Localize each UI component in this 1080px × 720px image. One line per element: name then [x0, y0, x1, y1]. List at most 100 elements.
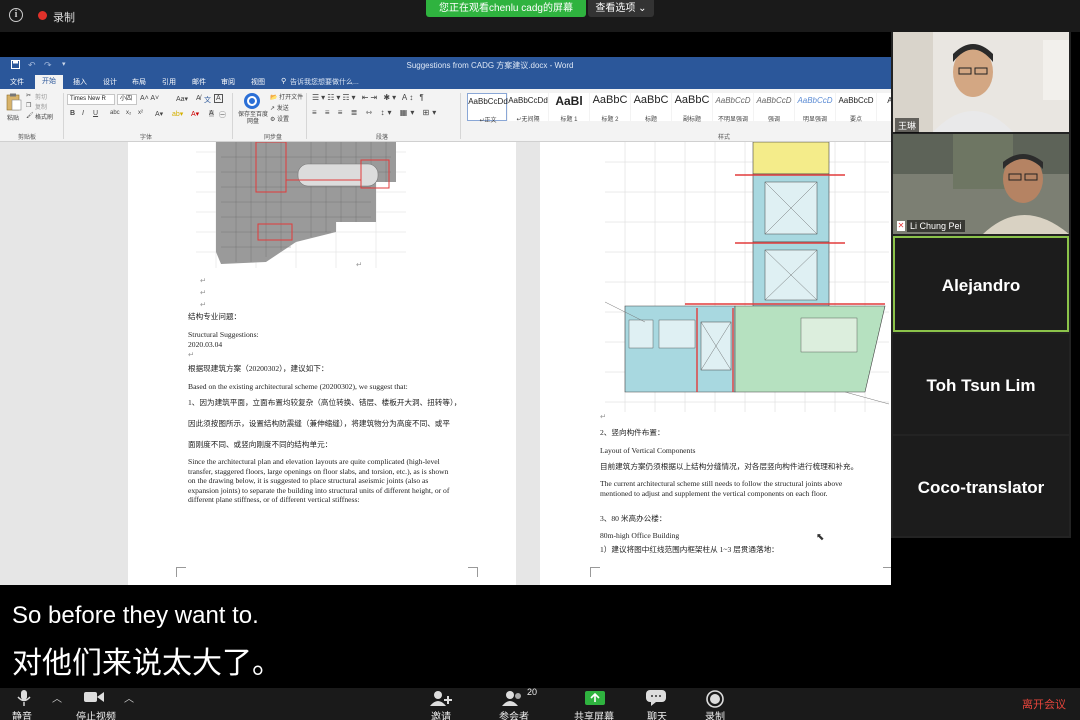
enclose-char-icon[interactable]: ㊀ [219, 110, 226, 120]
style-option[interactable]: AaBbCcDd ↵无间隔 [508, 93, 548, 123]
list-buttons-icon[interactable]: ☰▾☷▾☶▾ ⇤⇥ ✱▾ A↕ ¶ [312, 93, 426, 102]
style-option[interactable]: AaBbC 标题 [631, 93, 671, 123]
style-option[interactable]: AaBbC 标题 2 [590, 93, 630, 123]
scissors-icon[interactable]: ✂ [26, 92, 31, 99]
tab-view[interactable]: 视图 [251, 77, 265, 87]
point1-cn-line1[interactable]: 1、因为建筑平面，立面布置均较复杂（高位转换、错层、楼板开大洞、扭转等）， [188, 398, 473, 408]
character-border-icon[interactable]: A [214, 94, 223, 103]
item2-heading-cn[interactable]: 2、竖向构件布置： [600, 428, 665, 438]
style-option[interactable]: AaBbCcD 强调 [754, 93, 794, 123]
strikethrough-icon[interactable]: abc [110, 110, 120, 116]
intro-en[interactable]: Based on the existing architectural sche… [188, 382, 408, 392]
video-tile-5[interactable]: Coco-translator [893, 436, 1069, 536]
open-file-button[interactable]: 📂 打开文件 [270, 92, 303, 101]
participants-button[interactable]: 参会者 [499, 708, 529, 720]
italic-icon[interactable]: I [82, 110, 84, 117]
clear-format-icon[interactable]: A̸ [196, 95, 201, 102]
styles-gallery: AaBbCcDd ↵正文 AaBbCcDd ↵无间隔 AaBl 标题 1 AaBbC 标题 2… [465, 89, 891, 131]
tab-review[interactable]: 审阅 [221, 77, 235, 87]
align-buttons-icon[interactable]: ≡ ≡ ≡ ≣ ⇿ ↕▾ ▦▾ ⊞▾ [312, 108, 439, 117]
bold-icon[interactable]: B [70, 110, 75, 117]
format-painter-button[interactable]: 格式刷 [35, 112, 53, 121]
intro-cn[interactable]: 根据现建筑方案（20200302），建议如下： [188, 364, 328, 374]
item3-heading-en[interactable]: 80m-high Office Building [600, 531, 679, 541]
underline-icon[interactable]: U [93, 110, 98, 117]
copy-icon[interactable]: ❐ [26, 102, 31, 109]
item2-desc-en[interactable]: The current architectural scheme still n… [600, 479, 884, 498]
font-color-icon[interactable]: A▾ [191, 110, 199, 118]
video-tile-4[interactable]: Toh Tsun Lim [893, 334, 1069, 434]
invite-button[interactable]: 邀请 [431, 708, 451, 720]
stop-video-button[interactable]: 停止视频 [76, 708, 116, 720]
chat-button[interactable]: 聊天 [647, 708, 667, 720]
lightbulb-icon: ⚲ [281, 78, 287, 85]
record-button[interactable]: 录制 [705, 708, 725, 720]
style-option[interactable]: AaBb 引 [877, 93, 891, 121]
point1-en-paragraph[interactable]: Since the architectural plan and elevati… [188, 457, 472, 505]
point1-cn-line2[interactable]: 因此须按图所示，设置结构防震缝（兼伸缩缝），将建筑物分为高度不同、或平 [188, 419, 473, 429]
video-tile-2[interactable]: ✕ Li Chung Pei [893, 134, 1069, 234]
tab-design[interactable]: 设计 [103, 77, 117, 87]
redo-icon[interactable]: ↷ [44, 60, 52, 71]
style-option[interactable]: AaBbCcD 明显强调 [795, 93, 835, 123]
subtitle-chinese: 对他们来说太大了。 [12, 647, 282, 680]
style-sample-text: AaBbCcD [756, 96, 792, 105]
video-tile-1[interactable]: 王琳 [893, 32, 1069, 133]
item2-desc-cn[interactable]: 目前建筑方案仍须根据以上结构分缝情况，对各层竖向构件进行梳理和补充。 [600, 462, 858, 472]
customize-quick-access-icon[interactable]: ▾ [62, 60, 66, 68]
structural-heading-en[interactable]: Structural Suggestions: [188, 330, 259, 340]
video-tile-3-active-speaker[interactable]: Alejandro [893, 236, 1069, 332]
item2-heading-en[interactable]: Layout of Vertical Components [600, 446, 695, 456]
style-option[interactable]: AaBbCcD 不明显强调 [713, 93, 753, 123]
point1-cn-line3[interactable]: 面刚度不同、或竖向刚度不同的结构单元： [188, 440, 332, 450]
font-size-select[interactable]: 小四 [117, 94, 137, 105]
participant-count: 20 [527, 687, 538, 697]
style-option[interactable]: AaBbC 副标题 [672, 93, 712, 123]
save-icon[interactable] [11, 60, 20, 71]
char-shading-icon[interactable]: A [209, 110, 214, 117]
view-options-button[interactable]: 查看选项 ⌄ [588, 0, 654, 17]
save-to-baidu-button[interactable]: 保存至百度网盘 [238, 112, 268, 126]
mute-button[interactable]: 静音 [12, 708, 32, 720]
cut-button[interactable]: 剪切 [35, 92, 47, 101]
send-button[interactable]: ↗ 发送 [270, 103, 289, 112]
paste-button[interactable]: 粘贴 [7, 113, 19, 122]
send-label: 发送 [276, 106, 289, 112]
document-date[interactable]: 2020.03.04 [188, 340, 222, 350]
change-case-icon[interactable]: Aa▾ [176, 95, 188, 103]
info-icon[interactable]: i [9, 8, 23, 22]
tab-file[interactable]: 文件 [10, 77, 24, 87]
tell-me-search[interactable]: 告诉我您想要做什么... [290, 77, 359, 87]
item3-desc-cn[interactable]: 1）建议将图中红线范围内框架柱从 1~3 层贯通落地： [600, 545, 779, 555]
format-painter-icon[interactable]: 🖌 [26, 112, 34, 119]
video-camera-icon[interactable] [84, 690, 104, 709]
highlight-icon[interactable]: ab▾ [172, 110, 183, 118]
sync-settings-button[interactable]: ⚙ 设置 [270, 114, 289, 123]
style-name-label: 标题 2 [601, 117, 619, 123]
superscript-icon[interactable]: x² [138, 110, 143, 116]
style-option[interactable]: AaBbCcDd ↵正文 [467, 93, 508, 124]
text-effects-icon[interactable]: A▾ [155, 110, 163, 118]
tab-home[interactable]: 开始 [35, 75, 63, 89]
font-name-select[interactable]: Times New R [67, 94, 115, 105]
tab-mailings[interactable]: 邮件 [192, 77, 206, 87]
video-options-chevron-icon[interactable]: ︿ [124, 690, 134, 705]
item3-heading-cn[interactable]: 3、80 米高办公楼： [600, 514, 666, 524]
zoom-top-bar: i 录制 您正在观看chenlu cadg的屏幕 查看选项 ⌄ [0, 0, 1080, 32]
undo-icon[interactable]: ↶ [28, 60, 36, 71]
tab-layout[interactable]: 布局 [132, 77, 146, 87]
structural-heading-cn[interactable]: 结构专业问题： [188, 312, 241, 322]
phonetic-guide-icon[interactable]: 文 [204, 95, 211, 105]
style-option[interactable]: AaBbCcD 要点 [836, 93, 876, 123]
tab-references[interactable]: 引用 [162, 77, 176, 87]
leave-meeting-button[interactable]: 离开会议 [1022, 696, 1066, 712]
audio-options-chevron-icon[interactable]: ︿ [52, 690, 62, 705]
ribbon-separator [63, 93, 64, 139]
copy-button[interactable]: 复制 [35, 102, 47, 111]
meeting-toolbar: 静音 ︿ 停止视频 ︿ 邀请 20 参会者 共享屏幕 聊天 录制 离开会议 [0, 687, 1080, 720]
grow-font-icon[interactable]: A˄ A˅ [140, 95, 159, 102]
subscript-icon[interactable]: x₂ [126, 110, 131, 116]
tab-insert[interactable]: 插入 [73, 77, 87, 87]
share-screen-button[interactable]: 共享屏幕 [574, 708, 614, 720]
style-option[interactable]: AaBl 标题 1 [549, 93, 589, 123]
